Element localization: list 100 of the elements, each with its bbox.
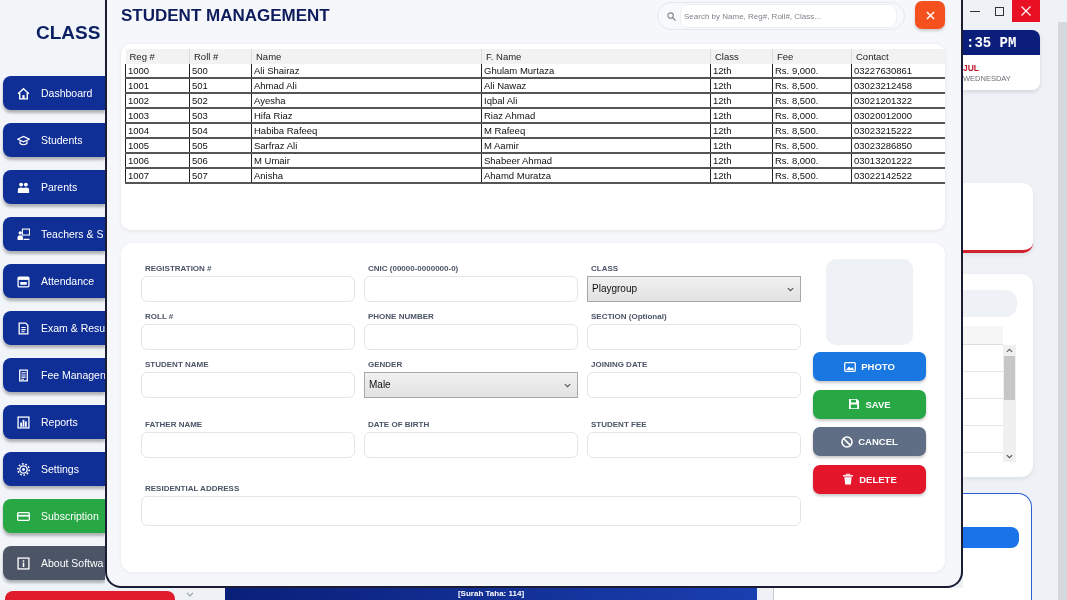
field-label: FATHER NAME bbox=[145, 420, 203, 430]
table-cell: Rs. 8,500. bbox=[772, 168, 852, 183]
table-cell: Ahamd Muratza bbox=[481, 168, 711, 183]
table-cell: 1007 bbox=[125, 168, 190, 183]
info-icon bbox=[17, 556, 30, 570]
close-button[interactable] bbox=[915, 1, 945, 29]
field-label: REGISTRATION # bbox=[145, 264, 212, 274]
field-label: PHONE NUMBER bbox=[368, 312, 434, 322]
table-cell: 503 bbox=[189, 108, 252, 123]
table-cell: Ayesha bbox=[251, 93, 482, 108]
nav-button[interactable]: Reports bbox=[3, 405, 105, 439]
input-field[interactable] bbox=[141, 324, 355, 350]
table-cell: M Umair bbox=[251, 153, 482, 168]
table-cell: 1000 bbox=[125, 64, 190, 78]
dropdown[interactable]: Male bbox=[364, 372, 578, 398]
input-field[interactable] bbox=[587, 372, 801, 398]
nav-button[interactable]: Exam & Resu bbox=[3, 311, 105, 345]
table-cell: 1002 bbox=[125, 93, 190, 108]
table-cell: Sarfraz Ali bbox=[251, 138, 482, 153]
nav-button[interactable] bbox=[5, 591, 175, 600]
column-header: Name bbox=[251, 49, 482, 64]
table-cell: 12th bbox=[710, 64, 773, 78]
list-document-icon bbox=[17, 368, 30, 382]
table-cell: 500 bbox=[189, 64, 252, 78]
app-logo: CLASS bbox=[36, 22, 101, 44]
input-field[interactable] bbox=[141, 496, 801, 526]
teacher-board-icon bbox=[17, 227, 30, 241]
table-cell: 12th bbox=[710, 138, 773, 153]
table-cell: Rs. 8,500. bbox=[772, 78, 852, 93]
nav-button[interactable]: Dashboard bbox=[3, 76, 105, 110]
table-cell: 1004 bbox=[125, 123, 190, 138]
field-label: STUDENT FEE bbox=[591, 420, 647, 430]
table-cell: 501 bbox=[189, 78, 252, 93]
column-header: Class bbox=[710, 49, 773, 64]
table-cell: 12th bbox=[710, 78, 773, 93]
date-month: JUL bbox=[963, 63, 980, 73]
table-cell: 505 bbox=[189, 138, 252, 153]
input-field[interactable] bbox=[364, 432, 578, 458]
table-cell: Rs. 8,000. bbox=[772, 153, 852, 168]
search-icon bbox=[667, 11, 676, 21]
column-header: Roll # bbox=[189, 49, 252, 64]
document-icon bbox=[17, 321, 30, 335]
scrollbar[interactable] bbox=[1003, 345, 1016, 462]
field-label: CLASS bbox=[591, 264, 619, 274]
table-cell: M Aamir bbox=[481, 138, 711, 153]
photo-button[interactable]: PHOTO bbox=[813, 352, 926, 381]
delete-button[interactable]: DELETE bbox=[813, 464, 926, 494]
table-cell: 12th bbox=[710, 153, 773, 168]
close-button[interactable] bbox=[1012, 0, 1040, 22]
field-label: RESIDENTIAL ADDRESS bbox=[145, 484, 240, 494]
table-cell: 1001 bbox=[125, 78, 190, 93]
input-field[interactable] bbox=[587, 432, 801, 458]
nav-button[interactable]: About Softwa bbox=[3, 546, 105, 580]
prohibition-icon bbox=[841, 435, 854, 448]
dropdown[interactable]: Playgroup bbox=[587, 276, 801, 302]
table-cell: Rs. 8,000. bbox=[772, 108, 852, 123]
input-field[interactable] bbox=[364, 276, 578, 302]
card-button[interactable] bbox=[963, 527, 1019, 548]
input-field[interactable] bbox=[364, 324, 578, 350]
field-label: ROLL # bbox=[145, 312, 174, 322]
scrollbar-thumb[interactable] bbox=[1004, 356, 1015, 400]
input-field[interactable] bbox=[587, 324, 801, 350]
nav-button[interactable]: Fee Managen bbox=[3, 358, 105, 392]
input-field[interactable] bbox=[141, 372, 355, 398]
verse-text: [Surah Taha: 114] bbox=[457, 589, 525, 599]
cancel-button[interactable]: CANCEL bbox=[813, 427, 926, 456]
chevron-down-icon bbox=[1006, 454, 1013, 459]
nav-button[interactable]: Parents bbox=[3, 170, 105, 204]
field-label: CNIC (00000-0000000-0) bbox=[368, 264, 459, 274]
table-cell: 12th bbox=[710, 93, 773, 108]
table-cell: Shabeer Ahmad bbox=[481, 153, 711, 168]
table-cell: 507 bbox=[189, 168, 252, 183]
search-field[interactable]: Search by Name, Reg#, Roll#, Class... bbox=[657, 2, 905, 30]
chevron-up-icon bbox=[1006, 348, 1013, 353]
table-cell: Anisha bbox=[251, 168, 482, 183]
table-cell: Rs. 8,500. bbox=[772, 123, 852, 138]
close-icon bbox=[925, 10, 935, 20]
scrollbar[interactable] bbox=[1058, 22, 1067, 600]
nav-button[interactable]: Teachers & S bbox=[3, 217, 105, 251]
chevron-down-icon bbox=[564, 382, 571, 388]
table-cell: 12th bbox=[710, 168, 773, 183]
table-cell: Iqbal Ali bbox=[481, 93, 711, 108]
column-header: F. Name bbox=[481, 49, 711, 64]
nav-button[interactable]: Attendance bbox=[3, 264, 105, 298]
input-field[interactable] bbox=[963, 290, 1017, 317]
field-label: DATE OF BIRTH bbox=[368, 420, 430, 430]
nav-button[interactable]: Students bbox=[3, 123, 105, 157]
clock-time: :35 PM bbox=[966, 34, 1017, 51]
input-field[interactable] bbox=[141, 276, 355, 302]
gear-icon bbox=[17, 462, 30, 476]
input-field[interactable] bbox=[141, 432, 355, 458]
table-cell: 12th bbox=[710, 108, 773, 123]
column-header: Fee bbox=[772, 49, 852, 64]
chevron-down-icon bbox=[787, 286, 794, 292]
bar-chart-icon bbox=[17, 415, 30, 429]
table-cell: Habiba Rafeeq bbox=[251, 123, 482, 138]
nav-button[interactable]: Settings bbox=[3, 452, 105, 486]
table-cell: 1005 bbox=[125, 138, 190, 153]
table-cell: M Rafeeq bbox=[481, 123, 711, 138]
column-header: Contact bbox=[851, 49, 945, 64]
